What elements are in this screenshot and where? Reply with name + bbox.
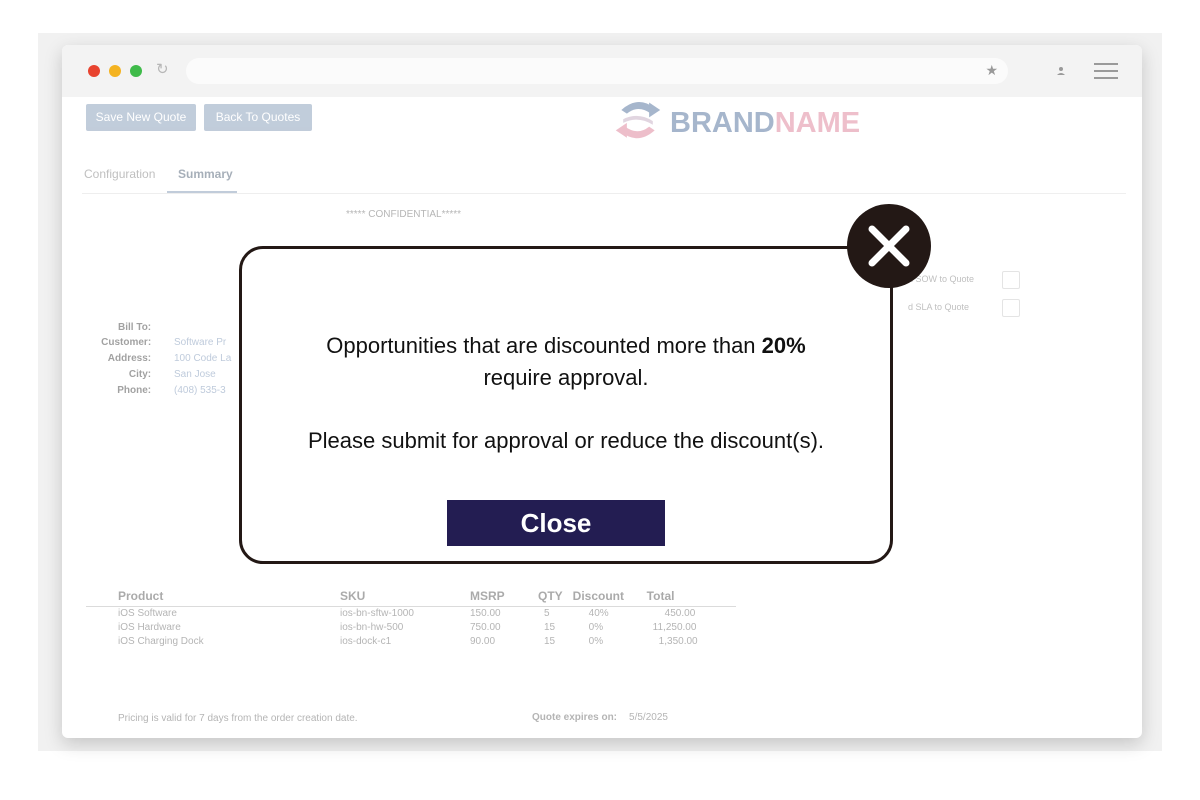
cell-qty: 5 bbox=[544, 608, 550, 619]
reload-icon[interactable]: ↻ bbox=[156, 62, 172, 78]
tab-summary[interactable]: Summary bbox=[178, 167, 233, 181]
profile-icon[interactable] bbox=[1054, 64, 1068, 78]
table-row: iOS Software ios-bn-sftw-1000 150.00 5 4… bbox=[86, 607, 736, 622]
cell-sku: ios-bn-hw-500 bbox=[340, 622, 404, 633]
modal-message-line1: Opportunities that are discounted more t… bbox=[242, 333, 890, 359]
address-label: Address: bbox=[107, 353, 152, 364]
table-header-row: Product SKU MSRP QTY Discount Total bbox=[86, 587, 736, 607]
cell-discount: 0% bbox=[588, 636, 604, 647]
cell-product: iOS Software bbox=[118, 608, 177, 619]
table-row: iOS Charging Dock ios-dock-c1 90.00 15 0… bbox=[86, 635, 736, 649]
cell-msrp: 750.00 bbox=[470, 622, 501, 633]
modal-message-line1-text: Opportunities that are discounted more t… bbox=[326, 333, 762, 358]
modal-close-icon[interactable] bbox=[847, 204, 931, 288]
header-qty: QTY bbox=[506, 587, 563, 607]
cell-total: 450.00 bbox=[664, 608, 696, 619]
brand-name: BRANDNAME bbox=[670, 107, 860, 140]
cell-product: iOS Hardware bbox=[118, 622, 181, 633]
customer-label: Customer: bbox=[101, 337, 152, 348]
quote-expiry-label: Quote expires on: bbox=[532, 712, 618, 723]
browser-chrome: ↻ ★ bbox=[62, 45, 1142, 97]
city-row: City: San Jose bbox=[118, 369, 216, 385]
table-row: iOS Hardware ios-bn-hw-500 750.00 15 0% … bbox=[86, 621, 736, 635]
confidential-label: ***** CONFIDENTIAL***** bbox=[346, 209, 462, 220]
modal-message-line3: Please submit for approval or reduce the… bbox=[307, 428, 825, 453]
cell-discount: 40% bbox=[588, 608, 609, 619]
hamburger-menu-icon[interactable] bbox=[1094, 63, 1118, 79]
customer-row: Customer: Software Pr bbox=[101, 337, 226, 353]
header-product: Product bbox=[86, 587, 308, 607]
tab-bar: Configuration Summary bbox=[82, 163, 1126, 194]
brand-logo-icon bbox=[615, 102, 661, 139]
quote-expiry-date: 5/5/2025 bbox=[629, 712, 668, 723]
back-to-quotes-button[interactable]: Back To Quotes bbox=[204, 104, 312, 131]
cell-product: iOS Charging Dock bbox=[118, 636, 204, 647]
window-maximize-dot[interactable] bbox=[130, 65, 142, 77]
cell-qty: 15 bbox=[544, 622, 556, 633]
active-tab-indicator bbox=[167, 191, 237, 193]
phone-row: Phone: (408) 535-3 bbox=[117, 385, 225, 401]
quote-expiry: Quote expires on: 5/5/2025 bbox=[532, 712, 668, 723]
header-discount: Discount bbox=[562, 587, 633, 607]
brand-name-part2: NAME bbox=[774, 107, 861, 139]
cell-total: 1,350.00 bbox=[658, 636, 698, 647]
pricing-validity-note: Pricing is valid for 7 days from the ord… bbox=[118, 713, 358, 724]
address-value: 100 Code La bbox=[174, 353, 232, 364]
window-minimize-dot[interactable] bbox=[109, 65, 121, 77]
phone-label: Phone: bbox=[117, 385, 152, 396]
cell-msrp: 90.00 bbox=[470, 636, 496, 647]
header-msrp: MSRP bbox=[438, 587, 506, 607]
cell-sku: ios-bn-sftw-1000 bbox=[340, 608, 414, 619]
address-bar[interactable]: ★ bbox=[186, 58, 1008, 84]
cell-msrp: 150.00 bbox=[470, 608, 501, 619]
modal-discount-threshold: 20% bbox=[761, 333, 806, 358]
city-label: City: bbox=[128, 369, 152, 380]
cell-qty: 15 bbox=[544, 636, 556, 647]
tab-configuration[interactable]: Configuration bbox=[84, 167, 155, 181]
save-new-quote-button[interactable]: Save New Quote bbox=[86, 104, 196, 131]
modal-close-button[interactable]: Close bbox=[447, 500, 665, 546]
bill-to-title: Bill To: bbox=[118, 322, 152, 333]
add-sla-label: d SLA to Quote bbox=[908, 302, 970, 312]
city-value: San Jose bbox=[174, 369, 216, 380]
discount-approval-modal: Opportunities that are discounted more t… bbox=[239, 246, 893, 564]
header-total: Total bbox=[632, 587, 736, 607]
cell-sku: ios-dock-c1 bbox=[340, 636, 392, 647]
customer-value: Software Pr bbox=[174, 337, 227, 348]
add-sow-checkbox[interactable] bbox=[1002, 271, 1020, 289]
bookmark-star-icon[interactable]: ★ bbox=[985, 62, 998, 79]
address-row: Address: 100 Code La bbox=[108, 353, 232, 369]
phone-value: (408) 535-3 bbox=[174, 385, 226, 396]
bill-to-section: Bill To: Customer: Software Pr Address: … bbox=[101, 322, 232, 401]
header-sku: SKU bbox=[308, 587, 438, 607]
window-close-dot[interactable] bbox=[88, 65, 100, 77]
brand-name-part1: BRAND bbox=[670, 107, 775, 139]
cell-discount: 0% bbox=[588, 622, 604, 633]
add-sla-checkbox[interactable] bbox=[1002, 299, 1020, 317]
quote-items-table: Product SKU MSRP QTY Discount Total iOS … bbox=[86, 587, 736, 649]
cell-total: 11,250.00 bbox=[652, 622, 697, 633]
modal-message-line2: require approval. bbox=[483, 365, 649, 390]
